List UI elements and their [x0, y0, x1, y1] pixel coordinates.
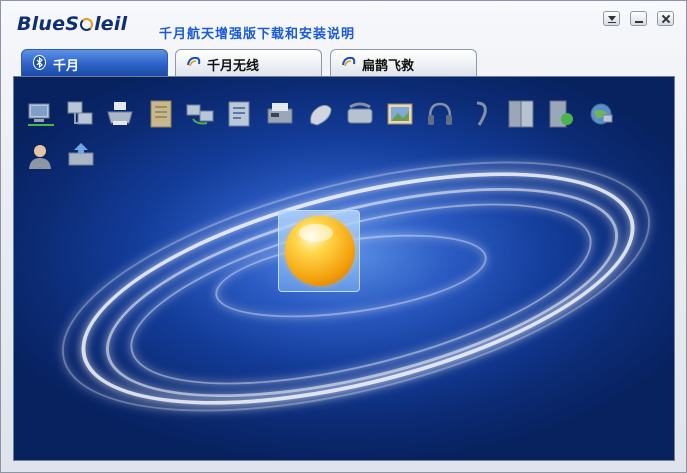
- tab-label: 千月: [53, 59, 80, 74]
- folder-sync-icon[interactable]: [546, 99, 576, 129]
- bluetooth-icon: [33, 55, 46, 70]
- phone-icon[interactable]: [345, 99, 375, 129]
- logo-suffix: leil: [94, 13, 128, 35]
- pc-to-pc-icon[interactable]: [185, 99, 215, 129]
- logo-ring-icon: [80, 18, 94, 31]
- scanner-icon[interactable]: [66, 141, 96, 171]
- tab-qianyue-wireless[interactable]: 千月无线: [175, 49, 322, 76]
- network-computer-icon[interactable]: [26, 99, 56, 129]
- window-title: 千月航天增强版下载和安装说明: [159, 27, 356, 42]
- close-button[interactable]: [657, 11, 674, 26]
- headphones-icon[interactable]: [425, 99, 455, 129]
- tab-label: 扁鹊飞救: [362, 59, 415, 74]
- user-icon[interactable]: [26, 141, 56, 171]
- device-panel: [13, 76, 675, 461]
- menu-dropdown-button[interactable]: [603, 11, 620, 26]
- headset-icon[interactable]: [465, 99, 495, 129]
- swirl-icon: [187, 56, 201, 67]
- fax-printer-icon[interactable]: [265, 99, 295, 129]
- local-device-sun-icon: [285, 216, 355, 286]
- bluesoleil-logo: BlueS leil: [17, 13, 127, 35]
- printer-icon[interactable]: [105, 99, 135, 129]
- tab-bianque-feijiu[interactable]: 扁鹊飞救: [330, 49, 477, 76]
- tab-label: 千月无线: [207, 59, 260, 74]
- local-device-button[interactable]: [278, 210, 360, 292]
- title-bar[interactable]: BlueS leil 千月航天增强版下载和安装说明: [1, 1, 686, 47]
- minimize-button[interactable]: [630, 11, 647, 26]
- file-transfer-icon[interactable]: [146, 99, 176, 129]
- app-window: BlueS leil 千月航天增强版下载和安装说明 千月 千月无线 扁鹊飞救: [0, 0, 687, 473]
- tab-qianyue[interactable]: 千月: [21, 49, 168, 76]
- image-icon[interactable]: [385, 99, 415, 129]
- lan-access-icon[interactable]: [65, 99, 95, 129]
- mouse-icon[interactable]: [305, 99, 335, 129]
- object-push-icon[interactable]: [225, 99, 255, 129]
- swirl-icon: [342, 56, 356, 67]
- globe-network-icon[interactable]: [586, 99, 616, 129]
- sync-icon[interactable]: [506, 99, 536, 129]
- logo-prefix: BlueS: [17, 13, 80, 35]
